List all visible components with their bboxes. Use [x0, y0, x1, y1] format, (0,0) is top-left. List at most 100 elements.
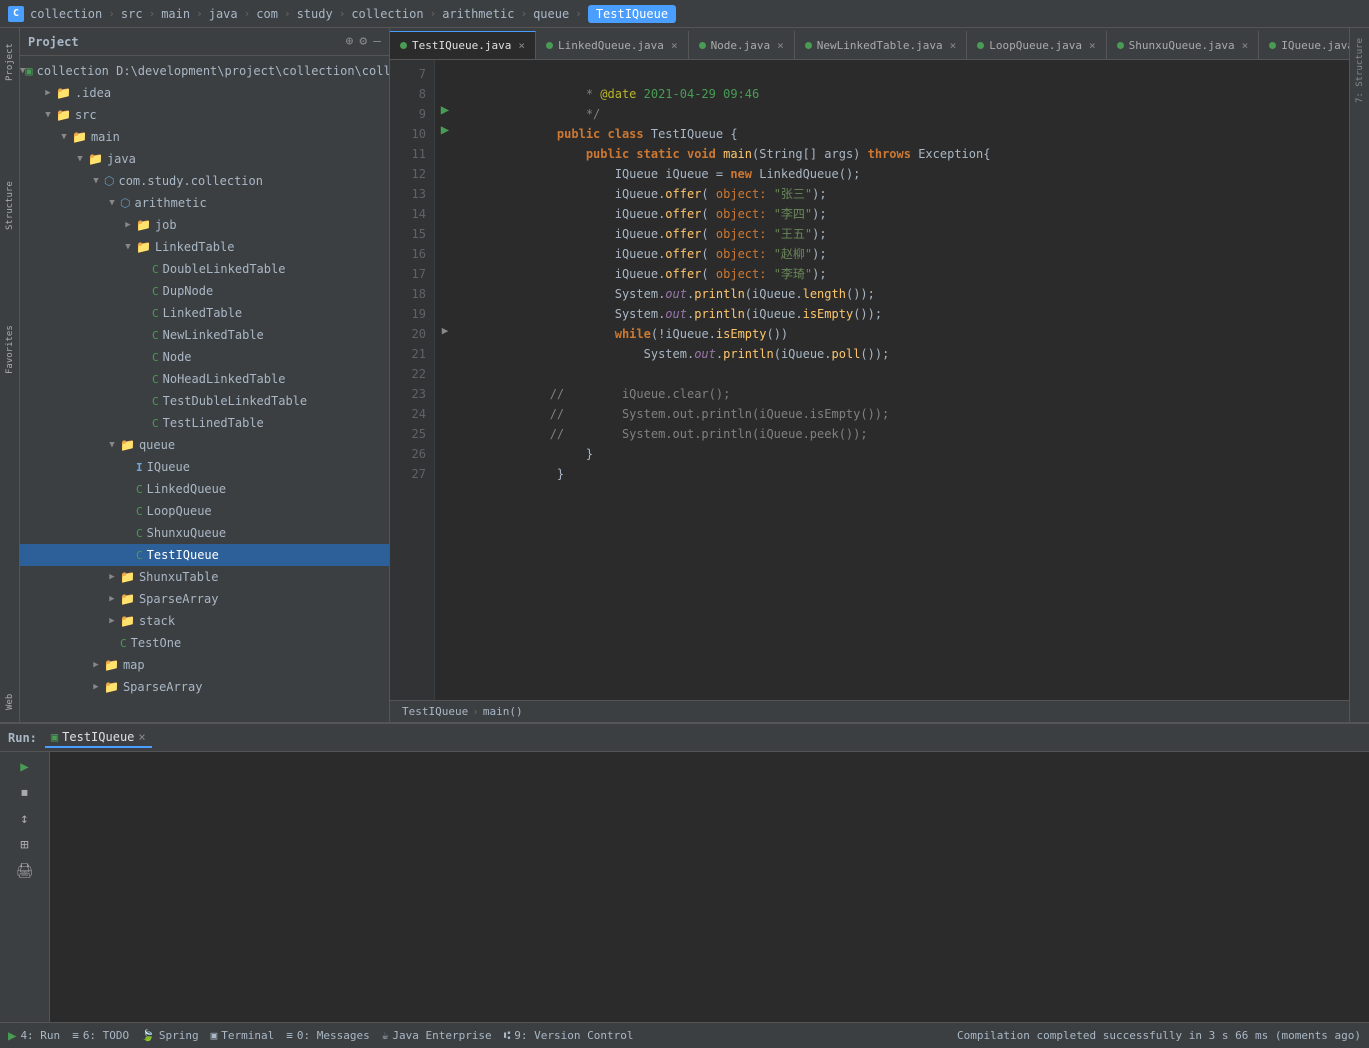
- expand-btn[interactable]: ⊞: [14, 834, 36, 856]
- sidebar-project-icon[interactable]: Project: [2, 32, 18, 92]
- tree-item-noheadlinkedtable[interactable]: ▶ C NoHeadLinkedTable: [20, 368, 389, 390]
- tab-iqueue[interactable]: IQueue.java ×: [1259, 31, 1349, 59]
- bc-arithmetic[interactable]: arithmetic: [442, 7, 514, 21]
- sidebar-web-icon[interactable]: Web: [2, 682, 18, 722]
- tree-item-node[interactable]: ▶ C Node: [20, 346, 389, 368]
- tab-shunxuqueue[interactable]: ShunxuQueue.java ×: [1107, 31, 1260, 59]
- run-tab-icon: ▣: [51, 730, 58, 744]
- tree-item-src[interactable]: ▼ 📁 src: [20, 104, 389, 126]
- tree-item-idea[interactable]: ▶ 📁 .idea: [20, 82, 389, 104]
- bc-file-link[interactable]: TestIQueue: [402, 705, 468, 718]
- tab-linkedqueue[interactable]: LinkedQueue.java ×: [536, 31, 689, 59]
- tab-dot-testiqueue: [400, 42, 407, 49]
- tab-close-newlinkedtable[interactable]: ×: [950, 39, 957, 52]
- run-arrow-line9[interactable]: ▶: [435, 100, 455, 120]
- right-sidebar-tab[interactable]: 7: Structure: [1353, 32, 1367, 109]
- bc-main[interactable]: main: [161, 7, 190, 21]
- folder-job-icon: 📁: [136, 218, 151, 232]
- status-spring[interactable]: 🍃 Spring: [141, 1029, 198, 1042]
- tree-item-queue[interactable]: ▼ 📁 queue: [20, 434, 389, 456]
- folder-icon: 📁: [56, 86, 71, 100]
- tab-node[interactable]: Node.java ×: [689, 31, 795, 59]
- bc-method-link[interactable]: main(): [483, 705, 523, 718]
- tab-newlinkedtable[interactable]: NewLinkedTable.java ×: [795, 31, 967, 59]
- tree-label-sparsearray2: SparseArray: [123, 680, 202, 694]
- run-tab-testiqueue[interactable]: ▣ TestIQueue ×: [45, 728, 152, 748]
- tree-item-iqueue[interactable]: ▶ I IQueue: [20, 456, 389, 478]
- tree-item-shunxutable[interactable]: ▶ 📁 ShunxuTable: [20, 566, 389, 588]
- panel-settings-icon[interactable]: ⚙: [359, 34, 367, 49]
- tree-item-stack[interactable]: ▶ 📁 stack: [20, 610, 389, 632]
- status-todo[interactable]: ≡ 6: TODO: [72, 1029, 129, 1042]
- panel-actions: ⊕ ⚙ —: [346, 34, 381, 49]
- tree-item-sparsearray[interactable]: ▶ 📁 SparseArray: [20, 588, 389, 610]
- tab-close-shunxuqueue[interactable]: ×: [1242, 39, 1249, 52]
- tab-bar: TestIQueue.java × LinkedQueue.java × Nod…: [390, 28, 1349, 60]
- panel-minimize-icon[interactable]: —: [373, 34, 381, 49]
- run-content: ▶ ⏹ ↕ ⊞ 🖨: [0, 752, 1369, 1022]
- run-btn[interactable]: ▶: [14, 756, 36, 778]
- tree-item-testone[interactable]: ▶ C TestOne: [20, 632, 389, 654]
- tree-item-linkedtable2[interactable]: ▶ C LinkedTable: [20, 302, 389, 324]
- tree-label-testiqueue: TestIQueue: [147, 548, 219, 562]
- class-to-icon: C: [120, 637, 127, 650]
- tree-item-sparsearray2[interactable]: ▶ 📁 SparseArray: [20, 676, 389, 698]
- tree-label-testlined: TestLinedTable: [163, 416, 264, 430]
- tree-item-testiqueue[interactable]: ▶ C TestIQueue: [20, 544, 389, 566]
- tree-item-map[interactable]: ▶ 📁 map: [20, 654, 389, 676]
- code-editor[interactable]: 7 8 9 10 11 12 13 14 15 16 17 18 19 20 2…: [390, 60, 1349, 700]
- tree-item-linkedqueue[interactable]: ▶ C LinkedQueue: [20, 478, 389, 500]
- status-run[interactable]: ▶ 4: Run: [8, 1028, 60, 1044]
- stop-btn[interactable]: ⏹: [14, 782, 36, 804]
- tree-item-loopqueue[interactable]: ▶ C LoopQueue: [20, 500, 389, 522]
- sidebar-favorites-icon[interactable]: Favorites: [2, 320, 18, 380]
- tree-item-java[interactable]: ▼ 📁 java: [20, 148, 389, 170]
- tree-item-linkedtable[interactable]: ▼ 📁 LinkedTable: [20, 236, 389, 258]
- tree-item-doublelinkedtable[interactable]: ▶ C DoubleLinkedTable: [20, 258, 389, 280]
- run-tab-close[interactable]: ×: [138, 730, 145, 744]
- bc-queue[interactable]: queue: [533, 7, 569, 21]
- class-shq-icon: C: [136, 527, 143, 540]
- folder-sxt-icon: 📁: [120, 570, 135, 584]
- tree-item-collection[interactable]: ▼ ▣ collection D:\development\project\co…: [20, 60, 389, 82]
- tab-close-node[interactable]: ×: [777, 39, 784, 52]
- bc-com[interactable]: com: [256, 7, 278, 21]
- bc-testiqueue[interactable]: TestIQueue: [588, 5, 676, 23]
- tree-item-testduble[interactable]: ▶ C TestDubleLinkedTable: [20, 390, 389, 412]
- run-tab-label: TestIQueue: [62, 730, 134, 744]
- scroll-end-btn[interactable]: ↕: [14, 808, 36, 830]
- tree-item-main[interactable]: ▼ 📁 main: [20, 126, 389, 148]
- status-java-enterprise[interactable]: ☕ Java Enterprise: [382, 1029, 492, 1042]
- tree-item-job[interactable]: ▶ 📁 job: [20, 214, 389, 236]
- tab-close-testiqueue[interactable]: ×: [518, 39, 525, 52]
- panel-sync-icon[interactable]: ⊕: [346, 34, 354, 49]
- tree-item-testlined[interactable]: ▶ C TestLinedTable: [20, 412, 389, 434]
- bc-study[interactable]: study: [297, 7, 333, 21]
- tab-dot-shunxuqueue: [1117, 42, 1124, 49]
- bc-src[interactable]: src: [121, 7, 143, 21]
- bc-collection2[interactable]: collection: [351, 7, 423, 21]
- status-version-control[interactable]: ⑆ 9: Version Control: [504, 1029, 634, 1042]
- status-messages[interactable]: ≡ 0: Messages: [286, 1029, 369, 1042]
- tree-item-arithmetic[interactable]: ▼ ⬡ arithmetic: [20, 192, 389, 214]
- project-panel: Project ⊕ ⚙ — ▼ ▣ collection D:\developm…: [20, 28, 390, 722]
- tree-item-newlinkedtable[interactable]: ▶ C NewLinkedTable: [20, 324, 389, 346]
- tab-loopqueue[interactable]: LoopQueue.java ×: [967, 31, 1106, 59]
- tree-item-dupnode[interactable]: ▶ C DupNode: [20, 280, 389, 302]
- tab-close-linkedqueue[interactable]: ×: [671, 39, 678, 52]
- tab-testiqueue[interactable]: TestIQueue.java ×: [390, 31, 536, 59]
- tree-label-idea: .idea: [75, 86, 111, 100]
- sidebar-structure-icon[interactable]: Structure: [2, 176, 18, 236]
- print-btn[interactable]: 🖨: [14, 860, 36, 882]
- status-terminal[interactable]: ▣ Terminal: [211, 1029, 275, 1042]
- bc-java[interactable]: java: [209, 7, 238, 21]
- code-text[interactable]: * @date 2021-04-29 09:46 */ public class…: [455, 60, 1349, 700]
- run-arrow-line10[interactable]: ▶: [435, 120, 455, 140]
- tree-item-shunxuqueue[interactable]: ▶ C ShunxuQueue: [20, 522, 389, 544]
- tree-label-linkedqueue: LinkedQueue: [147, 482, 226, 496]
- tree-arrow-job: ▶: [120, 220, 136, 230]
- app-icon: C: [8, 6, 24, 22]
- bc-collection[interactable]: collection: [30, 7, 102, 21]
- tab-close-loopqueue[interactable]: ×: [1089, 39, 1096, 52]
- tree-item-com-study[interactable]: ▼ ⬡ com.study.collection: [20, 170, 389, 192]
